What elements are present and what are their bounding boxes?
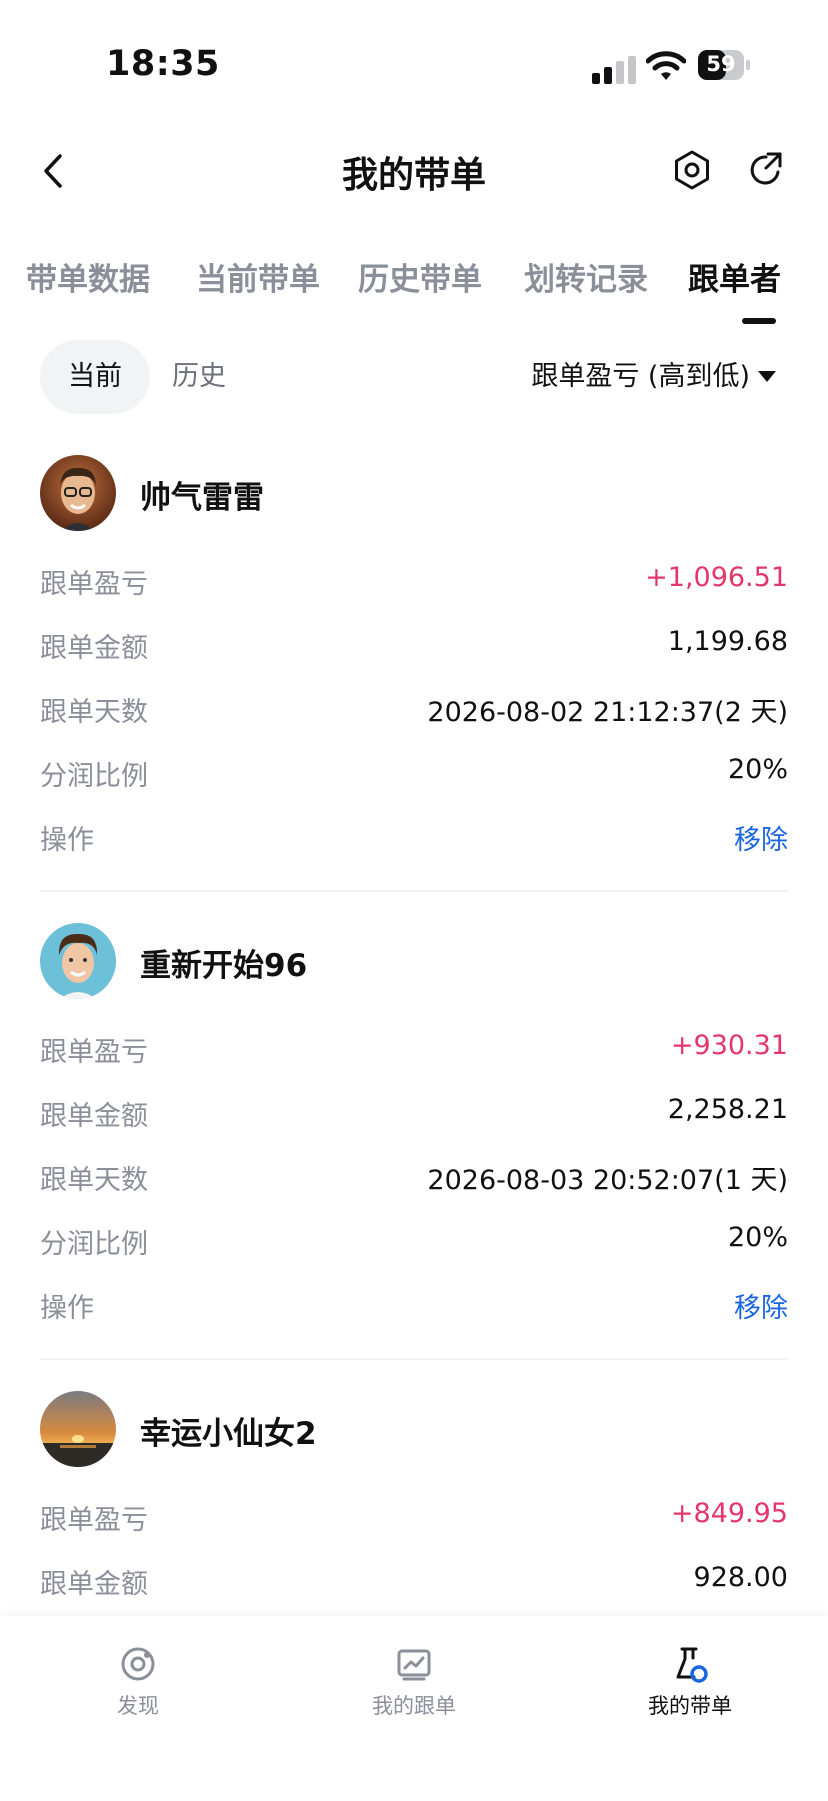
label-profit: 跟单盈亏: [40, 1505, 148, 1536]
tab-history-trades[interactable]: 历史带单: [358, 254, 482, 299]
sort-dropdown[interactable]: 跟单盈亏 (高到低): [531, 340, 750, 414]
bottom-nav-label: 我的带单: [648, 1694, 732, 1718]
value-amount: 1,199.68: [667, 626, 788, 657]
remove-button[interactable]: 移除: [734, 818, 788, 857]
label-days: 跟单天数: [40, 697, 148, 728]
bottom-nav-label: 我的跟单: [372, 1694, 456, 1718]
tab-current-trades[interactable]: 当前带单: [196, 254, 320, 299]
share-icon[interactable]: [744, 148, 788, 192]
follower-name: 帅气雷雷: [140, 480, 264, 516]
row-share: 分润比例 20%: [40, 1222, 788, 1266]
discover-icon: [121, 1647, 155, 1681]
battery-icon: 59: [698, 50, 750, 80]
avatar: [40, 1391, 116, 1467]
nav-bar: 我的带单: [0, 128, 828, 218]
tab-followers[interactable]: 跟单者: [688, 254, 781, 299]
remove-button[interactable]: 移除: [734, 1286, 788, 1325]
value-days: 2026-08-02 21:12:37(2 天): [427, 697, 788, 728]
bottom-nav-discover[interactable]: 发现: [38, 1644, 238, 1720]
tab-bar: 带单数据 当前带单 历史带单 划转记录 跟单者: [0, 240, 828, 330]
value-amount: 2,258.21: [667, 1094, 788, 1125]
flask-icon: [676, 1647, 708, 1683]
chart-icon: [397, 1649, 431, 1681]
row-action: 操作 移除: [40, 1286, 788, 1330]
label-days: 跟单天数: [40, 1165, 148, 1196]
value-amount: 928.00: [693, 1562, 788, 1593]
label-share: 分润比例: [40, 1229, 148, 1260]
follower-name: 重新开始96: [140, 948, 308, 984]
label-action: 操作: [40, 1293, 94, 1324]
row-profit: 跟单盈亏 +930.31: [40, 1030, 788, 1074]
tab-trade-data[interactable]: 带单数据: [26, 254, 150, 299]
row-profit: 跟单盈亏 +849.95: [40, 1498, 788, 1542]
follower-name: 幸运小仙女2: [140, 1416, 317, 1452]
value-profit: +1,096.51: [645, 562, 788, 593]
row-action: 操作 移除: [40, 818, 788, 862]
value-share: 20%: [727, 754, 788, 785]
wifi-icon: [646, 51, 686, 80]
status-time: 18:35: [106, 44, 220, 84]
tab-transfer-records[interactable]: 划转记录: [524, 254, 648, 299]
row-amount: 跟单金额 2,258.21: [40, 1094, 788, 1138]
tab-active-indicator: [742, 318, 776, 324]
divider: [40, 1358, 788, 1360]
value-profit: +849.95: [670, 1498, 788, 1529]
row-days: 跟单天数 2026-08-02 21:12:37(2 天): [40, 690, 788, 734]
bottom-nav-label: 发现: [117, 1694, 159, 1718]
filter-bar: 当前 历史 跟单盈亏 (高到低): [0, 338, 828, 418]
label-profit: 跟单盈亏: [40, 1037, 148, 1068]
row-share: 分润比例 20%: [40, 754, 788, 798]
settings-hexagon-icon[interactable]: [670, 148, 714, 192]
label-action: 操作: [40, 825, 94, 856]
label-profit: 跟单盈亏: [40, 569, 148, 600]
segment-history[interactable]: 历史: [172, 340, 226, 414]
value-profit: +930.31: [670, 1030, 788, 1061]
label-amount: 跟单金额: [40, 1101, 148, 1132]
bottom-nav-my-lead[interactable]: 我的带单: [590, 1644, 790, 1720]
row-profit: 跟单盈亏 +1,096.51: [40, 562, 788, 606]
row-amount: 跟单金额 928.00: [40, 1562, 788, 1606]
avatar: [40, 923, 116, 999]
row-amount: 跟单金额 1,199.68: [40, 626, 788, 670]
segment-current[interactable]: 当前: [40, 340, 150, 414]
avatar: [40, 455, 116, 531]
divider: [40, 890, 788, 892]
caret-down-icon[interactable]: [758, 371, 776, 382]
value-share: 20%: [727, 1222, 788, 1253]
label-share: 分润比例: [40, 761, 148, 792]
battery-level: 59: [706, 52, 736, 76]
status-bar: 18:35 59: [0, 0, 828, 120]
label-amount: 跟单金额: [40, 633, 148, 664]
bottom-nav-my-copy[interactable]: 我的跟单: [314, 1644, 514, 1720]
value-days: 2026-08-03 20:52:07(1 天): [427, 1165, 788, 1196]
cellular-signal-icon: [592, 56, 636, 84]
bottom-nav: 发现 我的跟单 我的带单: [0, 1616, 828, 1801]
label-amount: 跟单金额: [40, 1569, 148, 1600]
row-days: 跟单天数 2026-08-03 20:52:07(1 天): [40, 1158, 788, 1202]
